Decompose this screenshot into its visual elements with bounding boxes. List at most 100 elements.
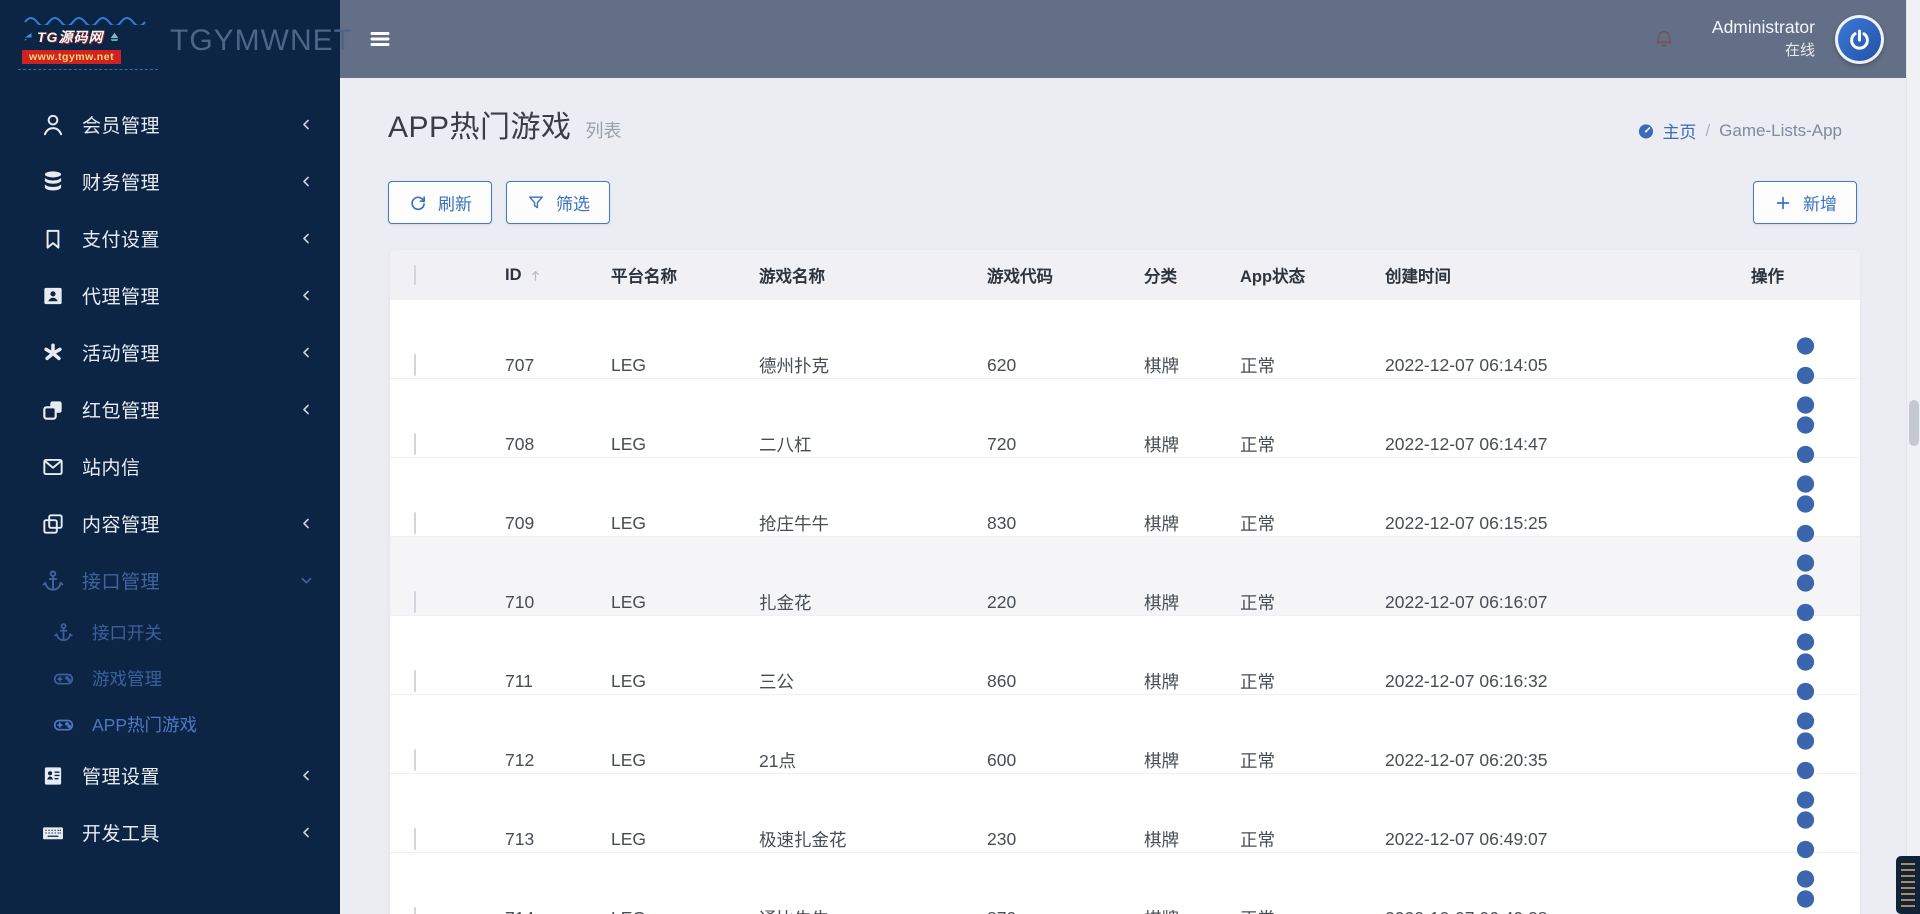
user-info[interactable]: Administrator 在线 xyxy=(1712,17,1815,61)
table-row[interactable]: 711 LEG 三公 860 棋牌 正常 2022-12-07 06:16:32 xyxy=(390,616,1860,730)
envelope-icon xyxy=(40,454,66,480)
cell-status: 正常 xyxy=(1240,906,1385,914)
copy-icon xyxy=(40,511,66,537)
id-card-icon xyxy=(40,283,66,309)
cell-code: 220 xyxy=(987,591,1017,612)
filter-button-label: 筛选 xyxy=(556,195,590,214)
cell-status: 正常 xyxy=(1240,355,1275,376)
sort-up-icon xyxy=(527,267,544,284)
add-button-label: 新增 xyxy=(1803,195,1837,214)
table-row[interactable]: 707 LEG 德州扑克 620 棋牌 正常 2022-12-07 06:14:… xyxy=(390,300,1860,414)
row-checkbox[interactable] xyxy=(414,827,416,850)
sidebar-subitem-game-manage[interactable]: 游戏管理 xyxy=(0,655,340,701)
cell-category: 棋牌 xyxy=(1144,829,1179,850)
breadcrumb-current: Game-Lists-App xyxy=(1719,120,1842,140)
cell-game: 极速扎金花 xyxy=(759,829,847,850)
power-icon xyxy=(1846,26,1873,53)
brand[interactable]: TG源码网 www.tgymw.net TGYMWNET xyxy=(18,12,353,70)
page-subtitle: 列表 xyxy=(585,121,622,141)
hamburger-menu-icon[interactable] xyxy=(368,26,392,52)
refresh-button[interactable]: 刷新 xyxy=(388,181,492,224)
cell-id: 708 xyxy=(505,433,535,454)
sidebar-item-admin-settings[interactable]: 管理设置 xyxy=(0,747,340,804)
sidebar-item-payment[interactable]: 支付设置 xyxy=(0,210,340,267)
sidebar-subitem-app-hot-games[interactable]: APP热门游戏 xyxy=(0,701,340,747)
cell-id: 707 xyxy=(505,354,535,375)
sidebar-item-dev-tools[interactable]: 开发工具 xyxy=(0,804,340,861)
id-badge-icon xyxy=(40,763,66,789)
table-row[interactable]: 714 LEG 通比牛牛 870 棋牌 正常 2022-12-07 06:49:… xyxy=(390,853,1860,914)
row-checkbox[interactable] xyxy=(414,353,416,376)
table-row[interactable]: 712 LEG 21点 600 棋牌 正常 2022-12-07 06:20:3… xyxy=(390,695,1860,809)
column-header-id[interactable]: ID xyxy=(505,266,611,285)
table-row[interactable]: 708 LEG 二八杠 720 棋牌 正常 2022-12-07 06:14:4… xyxy=(390,379,1860,493)
chevron-down-icon xyxy=(299,573,314,588)
table-row[interactable]: 710 LEG 扎金花 220 棋牌 正常 2022-12-07 06:16:0… xyxy=(390,537,1860,651)
sidebar-item-agent[interactable]: 代理管理 xyxy=(0,267,340,324)
bell-icon[interactable] xyxy=(1652,26,1676,53)
column-header-game: 游戏名称 xyxy=(759,268,825,286)
cell-status: 正常 xyxy=(1240,750,1275,771)
sidebar-subitem-api-switch[interactable]: 接口开关 xyxy=(0,609,340,655)
cell-id: 712 xyxy=(505,749,535,770)
cell-id: 713 xyxy=(505,828,535,849)
column-header-category: 分类 xyxy=(1144,268,1177,286)
select-all-checkbox[interactable] xyxy=(414,264,416,285)
table-body: 707 LEG 德州扑克 620 棋牌 正常 2022-12-07 06:14:… xyxy=(390,300,1860,914)
corner-widget xyxy=(1896,856,1920,914)
cell-created: 2022-12-07 06:49:28 xyxy=(1385,908,1751,914)
refresh-button-label: 刷新 xyxy=(438,195,472,214)
chevron-left-icon xyxy=(299,288,314,303)
scrollbar-thumb[interactable] xyxy=(1909,400,1919,446)
cell-code: 600 xyxy=(987,749,1017,770)
row-checkbox[interactable] xyxy=(414,906,416,914)
app-screen: TG源码网 www.tgymw.net TGYMWNET 会员管理 财务管理 支… xyxy=(0,0,1920,914)
cell-code: 620 xyxy=(987,354,1017,375)
sidebar-item-content[interactable]: 内容管理 xyxy=(0,495,340,552)
sidebar-item-activity[interactable]: 活动管理 xyxy=(0,324,340,381)
cell-code: 230 xyxy=(987,828,1017,849)
chevron-left-icon xyxy=(299,345,314,360)
top-header: Administrator 在线 xyxy=(340,0,1920,78)
table-row[interactable]: 709 LEG 抢庄牛牛 830 棋牌 正常 2022-12-07 06:15:… xyxy=(390,458,1860,572)
column-header-created: 创建时间 xyxy=(1385,268,1451,286)
cell-code: 830 xyxy=(987,512,1017,533)
row-actions-kebab-icon[interactable] xyxy=(1751,874,1860,914)
sail-icon xyxy=(22,31,34,43)
cell-category: 棋牌 xyxy=(1144,355,1179,376)
breadcrumb-home-label: 主页 xyxy=(1662,123,1697,142)
plus-icon xyxy=(1773,193,1793,213)
filter-button[interactable]: 筛选 xyxy=(506,181,610,224)
row-checkbox[interactable] xyxy=(414,748,416,771)
add-button[interactable]: 新增 xyxy=(1753,181,1857,224)
wave-decoration xyxy=(22,15,154,25)
user-name: Administrator xyxy=(1711,17,1815,38)
boat-icon xyxy=(108,30,121,43)
row-checkbox[interactable] xyxy=(414,590,416,613)
row-checkbox[interactable] xyxy=(414,432,416,455)
user-status: 在线 xyxy=(1784,42,1815,60)
breadcrumb: 主页 / Game-Lists-App xyxy=(1636,118,1842,143)
sidebar-item-members[interactable]: 会员管理 xyxy=(0,96,340,153)
sidebar-item-redpacket[interactable]: 红包管理 xyxy=(0,381,340,438)
avatar[interactable] xyxy=(1835,14,1884,64)
refresh-icon xyxy=(408,193,428,213)
logo-text: TG源码网 xyxy=(37,28,104,45)
cell-id: 711 xyxy=(505,670,533,691)
sidebar-nav: 会员管理 财务管理 支付设置 代理管理 活动管理 红包管理 站内信 内容管理 接… xyxy=(0,96,340,861)
cell-category: 棋牌 xyxy=(1144,750,1179,771)
breadcrumb-home-link[interactable]: 主页 xyxy=(1636,118,1696,143)
sidebar-item-api[interactable]: 接口管理 xyxy=(0,552,340,609)
main-content: APP热门游戏 列表 主页 / Game-Lists-App 刷新 筛选 新增 … xyxy=(340,78,1920,914)
table-header-row: ID 平台名称 游戏名称 游戏代码 分类 App状态 创建时间 操作 xyxy=(390,250,1860,300)
cell-platform: LEG xyxy=(611,591,647,612)
sidebar-item-mail[interactable]: 站内信 xyxy=(0,438,340,495)
row-checkbox[interactable] xyxy=(414,669,416,692)
sidebar-item-finance[interactable]: 财务管理 xyxy=(0,153,340,210)
column-header-code: 游戏代码 xyxy=(987,268,1053,286)
cell-platform: LEG xyxy=(611,433,647,454)
gamepad-icon xyxy=(52,713,75,736)
table-row[interactable]: 713 LEG 极速扎金花 230 棋牌 正常 2022-12-07 06:49… xyxy=(390,774,1860,888)
database-icon xyxy=(40,169,66,195)
row-checkbox[interactable] xyxy=(414,511,416,534)
